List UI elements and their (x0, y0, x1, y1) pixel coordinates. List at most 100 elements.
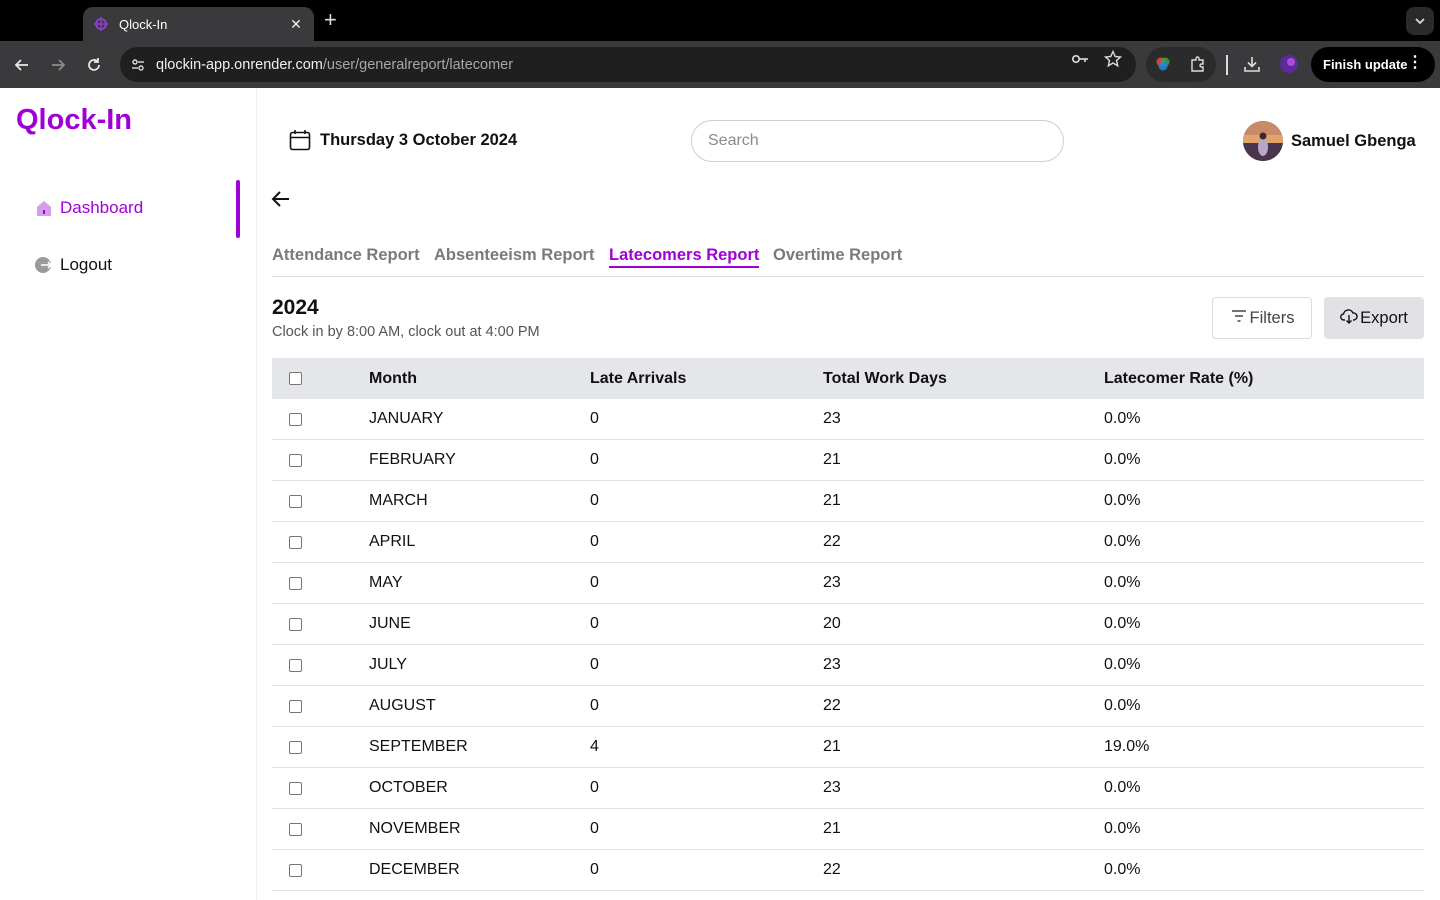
cell-late-arrivals: 0 (590, 451, 599, 468)
row-checkbox[interactable] (289, 453, 302, 467)
row-checkbox[interactable] (289, 658, 302, 672)
table-row[interactable]: JANUARY 0 23 0.0% (272, 399, 1424, 440)
row-checkbox[interactable] (289, 535, 302, 549)
browser-toolbar: qlockin-app.onrender.com/user/generalrep… (0, 41, 1440, 88)
cell-month: NOVEMBER (369, 820, 461, 837)
finish-update-button[interactable]: Finish update ⋮ (1311, 47, 1435, 82)
reload-icon[interactable] (82, 53, 106, 77)
cell-month: MARCH (369, 492, 428, 509)
export-label: Export (1360, 308, 1408, 327)
table-row[interactable]: OCTOBER 0 23 0.0% (272, 768, 1424, 809)
cell-latecomer-rate: 0.0% (1104, 574, 1141, 591)
close-tab-icon[interactable]: ✕ (288, 16, 304, 33)
cell-late-arrivals: 4 (590, 738, 599, 755)
select-all-checkbox[interactable] (289, 372, 302, 385)
row-checkbox[interactable] (289, 740, 302, 754)
color-extension-icon[interactable] (1154, 55, 1172, 73)
sidebar-item-dashboard[interactable]: Dashboard (34, 198, 143, 218)
tab-search-icon[interactable] (1406, 7, 1434, 35)
cell-total-work-days: 21 (823, 492, 841, 509)
download-icon[interactable] (1243, 55, 1261, 73)
column-header-late-arrivals[interactable]: Late Arrivals (590, 370, 686, 388)
more-vertical-icon[interactable]: ⋮ (1407, 55, 1423, 71)
row-checkbox[interactable] (289, 699, 302, 713)
avatar[interactable] (1243, 121, 1283, 161)
row-checkbox[interactable] (289, 576, 302, 590)
cell-month: OCTOBER (369, 779, 448, 796)
browser-tab[interactable]: Qlock-In ✕ (83, 7, 314, 41)
row-checkbox[interactable] (289, 494, 302, 508)
calendar-icon (288, 128, 312, 152)
new-tab-icon[interactable]: + (324, 8, 337, 32)
cell-latecomer-rate: 0.0% (1104, 533, 1141, 550)
user-profile[interactable]: Samuel Gbenga (1243, 121, 1416, 161)
row-checkbox[interactable] (289, 863, 302, 877)
cell-late-arrivals: 0 (590, 615, 599, 632)
password-key-icon[interactable] (1071, 50, 1089, 68)
back-button[interactable] (270, 188, 292, 210)
forward-arrow-icon[interactable] (46, 53, 70, 77)
browser-tab-title: Qlock-In (119, 16, 168, 32)
tab-overtime-report[interactable]: Overtime Report (773, 246, 902, 265)
cell-late-arrivals: 0 (590, 820, 599, 837)
table-row[interactable]: FEBRUARY 0 21 0.0% (272, 440, 1424, 481)
cell-total-work-days: 23 (823, 410, 841, 427)
filters-button[interactable]: Filters (1212, 297, 1312, 339)
column-header-latecomer-rate[interactable]: Latecomer Rate (%) (1104, 370, 1253, 388)
site-favicon-icon (93, 16, 109, 32)
table-row[interactable]: DECEMBER 0 22 0.0% (272, 850, 1424, 891)
search-input[interactable] (691, 120, 1064, 162)
table-row[interactable]: MAY 0 23 0.0% (272, 563, 1424, 604)
address-bar[interactable]: qlockin-app.onrender.com/user/generalrep… (120, 47, 1136, 82)
table-row[interactable]: NOVEMBER 0 21 0.0% (272, 809, 1424, 850)
cell-latecomer-rate: 0.0% (1104, 492, 1141, 509)
finish-update-label: Finish update (1323, 57, 1408, 72)
cell-month: DECEMBER (369, 861, 460, 878)
table-row[interactable]: MARCH 0 21 0.0% (272, 481, 1424, 522)
table-row[interactable]: AUGUST 0 22 0.0% (272, 686, 1424, 727)
filters-label: Filters (1249, 308, 1295, 327)
cell-total-work-days: 21 (823, 820, 841, 837)
table-row[interactable]: JULY 0 23 0.0% (272, 645, 1424, 686)
tab-absenteeism-report[interactable]: Absenteeism Report (434, 246, 594, 265)
date-text: Thursday 3 October 2024 (320, 130, 518, 149)
site-info-icon[interactable] (130, 57, 146, 73)
tab-latecomers-report[interactable]: Latecomers Report (609, 246, 760, 268)
report-year: 2024 (272, 296, 319, 319)
table-row[interactable]: APRIL 0 22 0.0% (272, 522, 1424, 563)
row-checkbox[interactable] (289, 412, 302, 426)
extensions-puzzle-icon[interactable] (1189, 55, 1207, 73)
sidebar-item-logout[interactable]: Logout (34, 255, 112, 275)
cell-late-arrivals: 0 (590, 697, 599, 714)
cell-month: APRIL (369, 533, 416, 550)
cell-total-work-days: 21 (823, 738, 841, 755)
cell-total-work-days: 22 (823, 861, 841, 878)
export-button[interactable]: Export (1324, 297, 1424, 339)
url-text: qlockin-app.onrender.com/user/generalrep… (156, 56, 514, 73)
sidebar-item-label: Dashboard (60, 198, 144, 217)
tab-attendance-report[interactable]: Attendance Report (272, 246, 420, 265)
app-logo[interactable]: Qlock-In (16, 104, 132, 137)
cell-total-work-days: 23 (823, 656, 841, 673)
user-name: Samuel Gbenga (1291, 131, 1416, 150)
profile-avatar-icon[interactable] (1279, 54, 1299, 74)
sidebar: Qlock-In Dashboard Logout (0, 88, 257, 900)
cell-month: JUNE (369, 615, 411, 632)
row-checkbox[interactable] (289, 617, 302, 631)
latecomers-table: Month Late Arrivals Total Work Days Late… (272, 358, 1424, 891)
table-row[interactable]: SEPTEMBER 4 21 19.0% (272, 727, 1424, 768)
row-checkbox[interactable] (289, 781, 302, 795)
bookmark-star-icon[interactable] (1104, 50, 1122, 68)
cell-latecomer-rate: 0.0% (1104, 656, 1141, 673)
column-header-month[interactable]: Month (369, 370, 417, 388)
cell-latecomer-rate: 0.0% (1104, 861, 1141, 878)
cell-late-arrivals: 0 (590, 574, 599, 591)
report-tabs: Attendance Report Absenteeism Report Lat… (272, 244, 1424, 277)
row-checkbox[interactable] (289, 822, 302, 836)
active-indicator (236, 180, 240, 238)
cell-total-work-days: 22 (823, 697, 841, 714)
table-row[interactable]: JUNE 0 20 0.0% (272, 604, 1424, 645)
back-arrow-icon[interactable] (10, 53, 34, 77)
column-header-total-work-days[interactable]: Total Work Days (823, 370, 947, 388)
filter-icon (1230, 307, 1248, 325)
